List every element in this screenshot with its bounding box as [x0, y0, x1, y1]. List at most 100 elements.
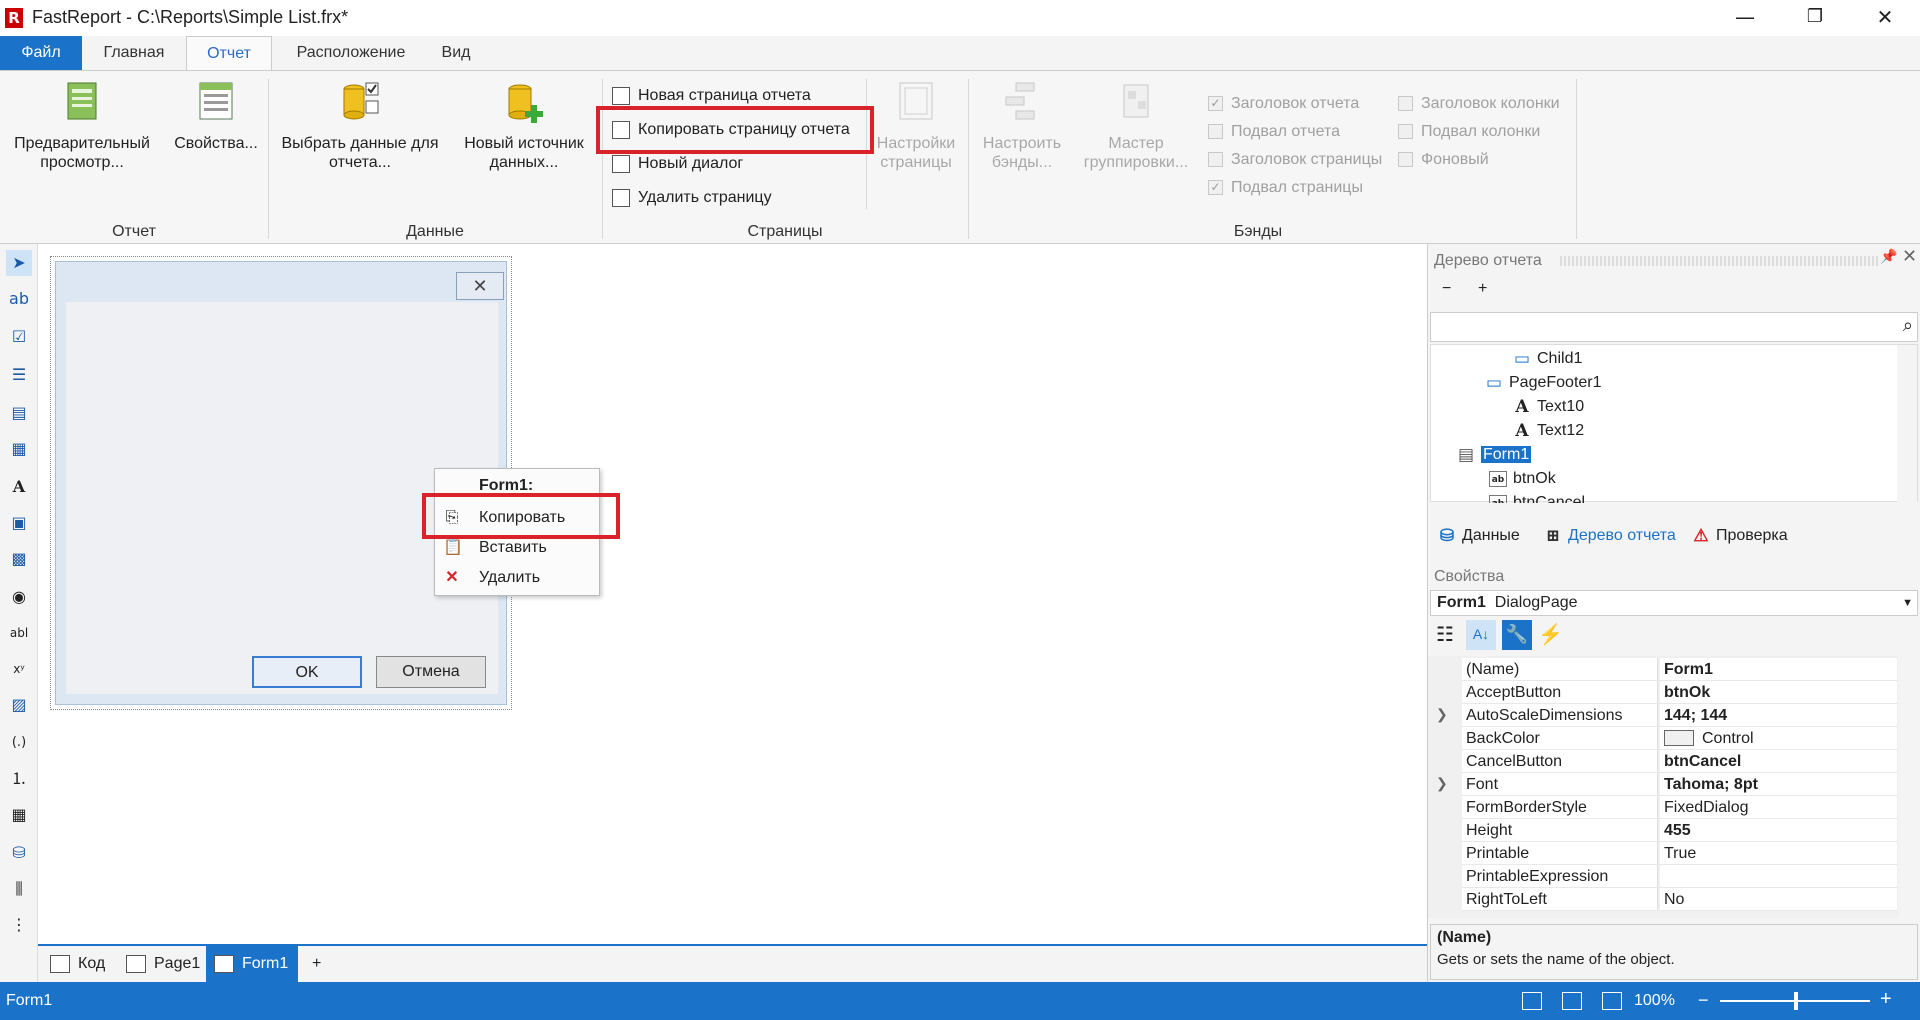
splitter-tool-icon[interactable]: ⫼	[6, 876, 32, 902]
expression-tool-icon[interactable]: (.)	[6, 730, 32, 756]
group-wizard-button[interactable]: Мастер группировки...	[1080, 79, 1192, 172]
tab-check[interactable]: ⚠ Проверка	[1692, 524, 1787, 548]
expand-chevron-icon[interactable]: ❯	[1436, 706, 1448, 723]
prop-height-row[interactable]: Height 455	[1462, 819, 1897, 842]
prop-formborderstyle-row[interactable]: FormBorderStyle FixedDialog	[1462, 796, 1897, 819]
properties-scrollbar[interactable]	[1898, 656, 1918, 918]
tree-item-form1[interactable]: ▤ Form1	[1457, 443, 1532, 467]
events-icon[interactable]: ⚡	[1538, 622, 1563, 647]
copy-page-button[interactable]: Копировать страницу отчета	[612, 115, 850, 145]
grid-tool-icon[interactable]: ▦	[6, 802, 32, 828]
context-copy-item[interactable]: ⎘ Копировать	[435, 503, 599, 533]
tab-page1[interactable]: Page1	[118, 946, 202, 982]
dialog-close-button[interactable]: ✕	[456, 272, 504, 300]
new-page-button[interactable]: Новая страница отчета	[612, 81, 811, 111]
prop-backcolor-row[interactable]: BackColor Control	[1462, 727, 1897, 750]
tab-report[interactable]: Отчет	[186, 36, 272, 70]
configure-bands-button[interactable]: Настроить бэнды...	[976, 79, 1068, 172]
more-tools-icon[interactable]: ⋮	[6, 912, 32, 938]
tree-item-btnok[interactable]: ab btnOk	[1489, 467, 1556, 491]
numbered-list-tool-icon[interactable]: ⒈	[6, 766, 32, 792]
object-selector[interactable]: Form1 DialogPage ▼	[1430, 590, 1918, 616]
listbox-tool-icon[interactable]: ☰	[6, 362, 32, 388]
sort-alpha-icon[interactable]: A↓	[1466, 620, 1496, 650]
preview-button[interactable]: Предварительный просмотр...	[8, 79, 156, 172]
database-tool-icon[interactable]: ⛁	[6, 840, 32, 866]
expand-chevron-icon[interactable]: ❯	[1436, 775, 1448, 792]
calendar-tool-icon[interactable]: ▩	[6, 546, 32, 572]
report-tree: ▭ Child1 ▭ PageFooter1 A Text10 A Text12 ▤ Fo…	[1430, 344, 1918, 503]
textbox-tool-icon[interactable]: ab	[6, 286, 32, 312]
tree-search-input[interactable]: ⌕	[1430, 312, 1918, 342]
tab-view[interactable]: Вид	[430, 36, 482, 70]
restore-button[interactable]: ❐	[1780, 0, 1850, 36]
tree-item-text10[interactable]: A Text10	[1513, 395, 1584, 419]
zoom-in-button[interactable]: +	[1880, 988, 1892, 1011]
new-data-source-button[interactable]: Новый источник данных...	[454, 79, 594, 172]
tab-file[interactable]: Файл	[0, 36, 82, 70]
copy-page-label: Копировать страницу отчета	[638, 121, 850, 138]
tree-expand-all[interactable]: +	[1478, 280, 1487, 298]
prop-autoscale-row[interactable]: AutoScaleDimensions 144; 144	[1462, 704, 1897, 727]
checkbox-column-header[interactable]: Заголовок колонки	[1398, 93, 1560, 115]
tab-layout[interactable]: Расположение	[276, 36, 426, 70]
numeric-tool-icon[interactable]: xʸ	[6, 656, 32, 682]
zoom-slider-thumb[interactable]	[1794, 992, 1798, 1010]
tab-code[interactable]: Код	[42, 946, 112, 982]
cancel-button[interactable]: Отмена	[376, 656, 486, 688]
panel-close-icon[interactable]: ✕	[1902, 246, 1917, 267]
properties-button[interactable]: Свойства...	[166, 79, 266, 153]
new-dialog-button[interactable]: Новый диалог	[612, 149, 743, 179]
tree-item-pagefooter1[interactable]: ▭ PageFooter1	[1485, 371, 1602, 395]
prop-cancelbutton-row[interactable]: CancelButton btnCancel	[1462, 750, 1897, 773]
checkbox-column-footer[interactable]: Подвал колонки	[1398, 121, 1540, 143]
prop-printable-row[interactable]: Printable True	[1462, 842, 1897, 865]
checkbox-report-title[interactable]: ✓ Заголовок отчета	[1208, 93, 1359, 115]
tree-item-btncancel[interactable]: abbtnCancel	[1489, 491, 1585, 503]
picture-tool-icon[interactable]: ▨	[6, 692, 32, 718]
combobox-tool-icon[interactable]: ▤	[6, 400, 32, 426]
add-page-button[interactable]: +	[302, 946, 332, 982]
pointer-icon[interactable]: ➤	[6, 250, 32, 276]
tab-form1[interactable]: Form1	[206, 946, 298, 982]
fit-page-icon[interactable]	[1562, 992, 1582, 1010]
groupbox-tool-icon[interactable]: ▣	[6, 510, 32, 536]
prop-righttoleft-row[interactable]: RightToLeft No	[1462, 888, 1897, 911]
label-tool-icon[interactable]: A	[6, 474, 32, 500]
page-settings-button[interactable]: Настройки страницы	[872, 79, 960, 172]
ok-button[interactable]: OK	[252, 656, 362, 688]
prop-font-row[interactable]: Font Tahoma; 8pt	[1462, 773, 1897, 796]
tab-home[interactable]: Главная	[88, 36, 180, 70]
zoom-out-button[interactable]: −	[1698, 990, 1709, 1011]
search-icon[interactable]: ⌕	[1903, 315, 1913, 336]
close-window-button[interactable]: ✕	[1850, 0, 1920, 36]
checkbox-page-header[interactable]: Заголовок страницы	[1208, 149, 1382, 171]
chevron-down-icon[interactable]: ▼	[1902, 591, 1913, 615]
checkbox-tool-icon[interactable]: ☑	[6, 324, 32, 350]
tree-collapse-all[interactable]: −	[1442, 280, 1451, 298]
fit-width-icon[interactable]	[1522, 992, 1542, 1010]
actual-size-icon[interactable]	[1602, 992, 1622, 1010]
tab-report-tree[interactable]: ⊞ Дерево отчета	[1544, 524, 1676, 548]
checkbox-page-footer[interactable]: ✓ Подвал страницы	[1208, 177, 1363, 199]
tree-item-text12[interactable]: A Text12	[1513, 419, 1584, 443]
wrench-icon[interactable]: 🔧	[1502, 620, 1532, 650]
datetime-tool-icon[interactable]: ▦	[6, 436, 32, 462]
tree-item-child1[interactable]: ▭ Child1	[1513, 347, 1582, 371]
delete-page-button[interactable]: Удалить страницу	[612, 183, 772, 213]
prop-acceptbutton-row[interactable]: AcceptButton btnOk	[1462, 681, 1897, 704]
textedit-tool-icon[interactable]: abl	[6, 620, 32, 646]
prop-printableexpression-row[interactable]: PrintableExpression	[1462, 865, 1897, 888]
choose-data-button[interactable]: Выбрать данные для отчета...	[278, 79, 442, 172]
prop-name-row[interactable]: (Name) Form1	[1462, 658, 1897, 681]
tree-scrollbar[interactable]	[1897, 345, 1917, 503]
pin-icon[interactable]: 📌	[1880, 248, 1897, 265]
context-paste-item[interactable]: 📋 Вставить	[435, 533, 599, 563]
tab-data[interactable]: ⛁ Данные	[1438, 524, 1520, 548]
minimize-button[interactable]: —	[1710, 0, 1780, 36]
categorized-icon[interactable]: ☷	[1436, 622, 1454, 647]
checkbox-report-summary[interactable]: Подвал отчета	[1208, 121, 1340, 143]
radiobutton-tool-icon[interactable]: ◉	[6, 584, 32, 610]
checkbox-overlay[interactable]: Фоновый	[1398, 149, 1489, 171]
context-delete-item[interactable]: ✕ Удалить	[435, 563, 599, 593]
